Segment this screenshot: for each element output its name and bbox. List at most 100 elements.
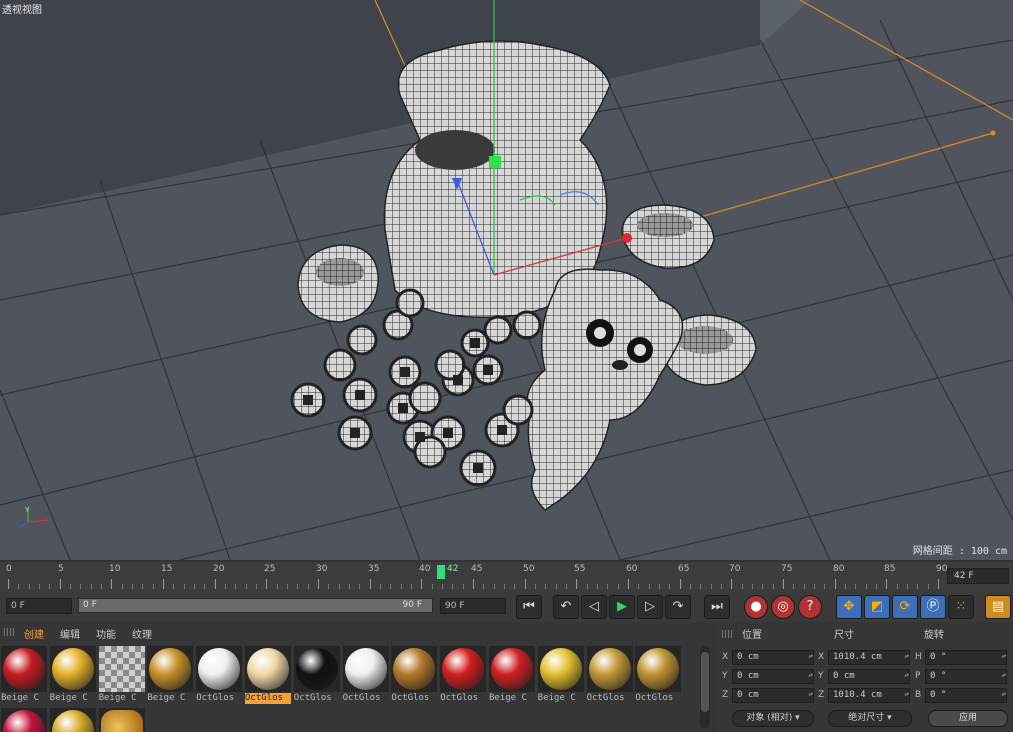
gold-ingot-left [297,244,379,323]
timeline-frame-field[interactable]: 42 F [947,568,1009,584]
material-thumbnail[interactable] [147,646,194,692]
material-thumbnail[interactable] [98,646,145,692]
material-thumbnail[interactable] [1,708,47,732]
pos-y-field[interactable]: 0 cm [732,669,814,684]
menu-function[interactable]: 功能 [96,626,116,641]
start-frame-field[interactable]: 0 F [6,598,72,614]
material-thumbnail[interactable] [1,646,47,692]
material-manager: 创建 编辑 功能 纹理 Beige C Beige C Beige C Beige C… [0,622,712,732]
timeline-playhead[interactable] [437,565,445,579]
play-button[interactable]: ▶ [609,595,635,619]
tick-label: 15 [161,564,173,574]
material-thumbnail[interactable] [391,646,438,692]
step-forward-button[interactable]: ▷ [637,595,663,619]
material-swatch[interactable]: OctGlos [391,646,438,704]
size-x-field[interactable]: 1010.4 cm [828,650,910,665]
material-thumbnail[interactable] [342,646,389,692]
point-level-button[interactable]: ⁙ [948,595,974,619]
tick-label: 5 [58,564,64,574]
tick-minor [153,584,154,589]
frame-range-slider[interactable]: 0 F 90 F [78,598,433,613]
material-swatch[interactable]: OctGlos [245,646,291,704]
menu-edit[interactable]: 编辑 [60,626,80,641]
tick-label: 35 [368,564,380,574]
tick-major [680,579,681,589]
go-to-end-button[interactable]: ⏭ [704,595,730,619]
menu-texture[interactable]: 纹理 [132,626,152,641]
tick-minor [225,584,226,589]
size-z-field[interactable]: 1010.4 cm [828,688,910,703]
tick-minor [535,584,536,589]
material-swatch[interactable]: OctGlos [196,646,243,704]
material-thumbnail[interactable] [49,646,96,692]
tick-major [886,579,887,589]
rot-b-field[interactable]: 0 ° [925,688,1007,703]
tick-minor [804,584,805,589]
material-thumbnail[interactable] [586,646,633,692]
material-thumbnail[interactable] [49,708,96,732]
end-frame-field[interactable]: 90 F [440,598,506,614]
scale-key-button[interactable]: ◩ [864,595,890,619]
panel-grip-icon[interactable] [722,630,732,638]
material-swatch[interactable]: OctGlos [635,646,682,704]
move-key-button[interactable]: ✥ [836,595,862,619]
size-y-field[interactable]: 0 cm [828,669,910,684]
coordinate-mode-dropdown[interactable]: 对象 (相对) ▾ [732,710,814,727]
step-back-button[interactable]: ◁ [581,595,607,619]
scrollbar-knob[interactable] [701,652,709,712]
material-swatch[interactable] [98,708,145,732]
next-key-button[interactable]: ↷ [665,595,691,619]
material-thumbnail[interactable] [537,646,584,692]
rotate-key-button[interactable]: ⟳ [892,595,918,619]
auto-key-button[interactable]: ◎ [771,595,795,619]
rot-h-field[interactable]: 0 ° [925,650,1007,665]
tick-minor [597,584,598,589]
material-swatch[interactable] [1,708,47,732]
material-swatch[interactable]: Beige C [1,646,47,704]
panel-grip-icon[interactable] [4,628,14,636]
material-thumbnail[interactable] [245,646,291,692]
tick-major [628,579,629,589]
go-to-start-button[interactable]: ⏮ [516,595,542,619]
tick-minor [235,584,236,589]
material-swatch[interactable]: OctGlos [293,646,340,704]
viewport-scene[interactable]: Y [0,0,1013,560]
tick-label: 70 [729,564,741,574]
material-swatch[interactable]: Beige C [147,646,194,704]
tick-major [473,579,474,589]
material-swatch[interactable]: OctGlos [586,646,633,704]
material-thumbnail[interactable] [635,646,682,692]
timeline-ticks[interactable]: 0 5 10 15 20 25 30 35 40 45 50 55 60 65 70 75 80 85 90 [6,562,947,592]
material-swatch[interactable] [49,708,96,732]
timeline-ruler[interactable]: 0 5 10 15 20 25 30 35 40 45 50 55 60 65 70 75 80 85 90 42 … [0,562,1013,592]
previous-key-button[interactable]: ↶ [553,595,579,619]
apply-button[interactable]: 应用 [928,710,1008,727]
record-button[interactable]: ● [744,595,768,619]
material-thumbnail[interactable] [489,646,535,692]
pos-x-field[interactable]: 0 cm [732,650,814,665]
material-swatch[interactable]: OctGlos [440,646,487,704]
perspective-viewport[interactable]: Y 透视视图 网格间距 : 100 cm [0,0,1013,560]
material-thumbnail[interactable] [440,646,487,692]
material-swatch[interactable]: Beige C [537,646,584,704]
grid-spacing-readout: 网格间距 : 100 cm [912,546,1007,557]
material-thumbnail[interactable] [98,708,145,732]
tick-minor [742,584,743,589]
skip-start-icon: ⏮ [523,599,535,614]
parameter-key-button[interactable]: Ⓟ [920,595,946,619]
menu-create[interactable]: 创建 [24,626,44,641]
rot-p-field[interactable]: 0 ° [925,669,1007,684]
material-swatch[interactable]: Beige C [489,646,535,704]
film-strip-button[interactable]: ▤ [985,595,1011,619]
material-sphere-icon [637,648,680,690]
pos-z-field[interactable]: 0 cm [732,688,814,703]
key-help-button[interactable]: ? [798,595,822,619]
size-mode-dropdown[interactable]: 绝对尺寸 ▾ [828,710,912,727]
material-swatch[interactable]: OctGlos [342,646,389,704]
material-thumbnail[interactable] [293,646,340,692]
material-swatch[interactable]: Beige C [49,646,96,704]
material-thumbnail[interactable] [196,646,243,692]
material-scrollbar[interactable] [700,646,710,728]
auto-key-icon: ◎ [777,599,789,614]
material-swatch[interactable]: Beige C [98,646,145,704]
